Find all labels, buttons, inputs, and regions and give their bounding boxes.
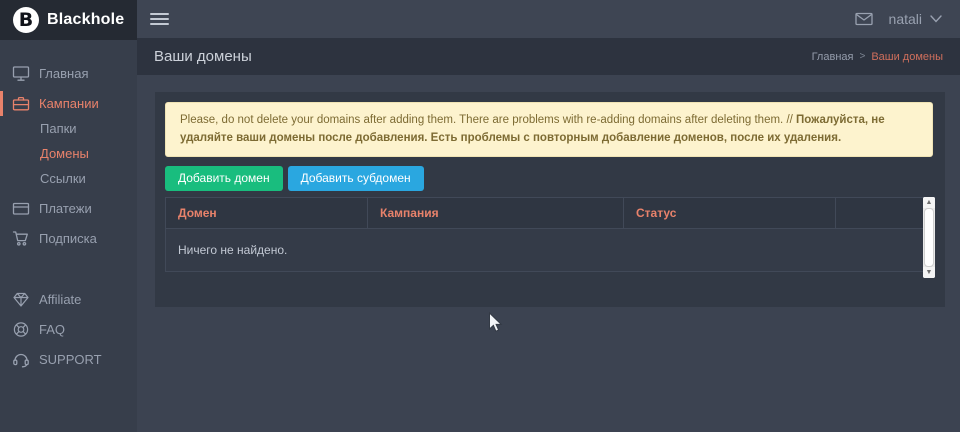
sidebar-item-label: Ссылки [40, 171, 86, 186]
sidebar-item-label: Главная [39, 66, 88, 81]
warning-alert: Please, do not delete your domains after… [165, 102, 933, 157]
breadcrumb: Главная > Ваши домены [812, 51, 943, 63]
user-menu[interactable]: natali [889, 11, 942, 27]
breadcrumb-current[interactable]: Ваши домены [871, 51, 943, 63]
column-header-Домен: Домен [166, 198, 368, 229]
column-header-Статус: Статус [624, 198, 836, 229]
gem-icon [12, 291, 30, 308]
topbar: natali [137, 0, 960, 38]
sidebar-item-label: Подписка [39, 231, 97, 246]
sidebar-item-ssylki[interactable]: Ссылки [0, 166, 137, 191]
column-header-empty [836, 198, 935, 229]
sidebar-item-label: Домены [40, 146, 89, 161]
sidebar-item-affiliate[interactable]: Affiliate [0, 287, 137, 312]
table-empty-row: Ничего не найдено. [166, 229, 935, 272]
sidebar-item-label: Кампании [39, 96, 99, 111]
briefcase-icon [12, 95, 30, 112]
sidebar-item-support[interactable]: SUPPORT [0, 347, 137, 372]
brand-logo-icon: B [13, 7, 39, 33]
sidebar-nav: Главная Кампании Папки Домены Ссылки Платежи П… [0, 40, 137, 432]
sidebar-item-podpiska[interactable]: Подписка [0, 226, 137, 251]
sidebar-item-kampanii[interactable]: Кампании [0, 91, 137, 116]
breadcrumb-separator: > [859, 51, 865, 62]
table-header-row: ДоменКампанияСтатус [166, 198, 935, 229]
scrollbar-up-icon[interactable]: ▲ [923, 197, 935, 208]
warning-text-en: Please, do not delete your domains after… [180, 114, 796, 126]
page-header: Ваши домены Главная > Ваши домены [137, 38, 960, 75]
scrollbar-thumb[interactable] [924, 208, 934, 267]
headset-icon [12, 351, 30, 368]
page-title: Ваши домены [154, 48, 252, 65]
credit-card-icon [12, 200, 30, 217]
brand-name: Blackhole [47, 11, 124, 29]
life-ring-icon [12, 321, 30, 338]
table-empty-message: Ничего не найдено. [166, 229, 935, 272]
actions-row: Добавить домен Добавить субдомен [165, 166, 424, 191]
chevron-down-icon [930, 15, 942, 23]
sidebar-item-platezhi[interactable]: Платежи [0, 196, 137, 221]
sidebar-item-faq[interactable]: FAQ [0, 317, 137, 342]
sidebar-item-domeny[interactable]: Домены [0, 141, 137, 166]
add-subdomain-button[interactable]: Добавить субдомен [288, 166, 424, 191]
cart-icon [12, 230, 30, 247]
user-name: natali [889, 11, 922, 27]
monitor-icon [12, 65, 30, 82]
sidebar-item-label: Affiliate [39, 292, 81, 307]
domains-table: ДоменКампанияСтатус Ничего не найдено. [165, 197, 935, 272]
topbar-right: natali [855, 11, 942, 27]
domains-panel: Please, do not delete your domains after… [155, 92, 945, 307]
table-scrollbar[interactable]: ▲ ▼ [923, 197, 935, 278]
mouse-cursor [488, 312, 503, 338]
sidebar-item-label: FAQ [39, 322, 65, 337]
sidebar-item-label: Папки [40, 121, 77, 136]
breadcrumb-home[interactable]: Главная [812, 51, 854, 63]
sidebar-item-label: Платежи [39, 201, 92, 216]
add-domain-button[interactable]: Добавить домен [165, 166, 283, 191]
column-header-Кампания: Кампания [368, 198, 624, 229]
scrollbar-down-icon[interactable]: ▼ [923, 267, 935, 278]
sidebar-item-papki[interactable]: Папки [0, 116, 137, 141]
hamburger-menu-icon[interactable] [150, 10, 169, 28]
sidebar-item-label: SUPPORT [39, 352, 102, 367]
sidebar-item-glavnaya[interactable]: Главная [0, 61, 137, 86]
brand-logo[interactable]: B Blackhole [0, 0, 137, 40]
mail-icon[interactable] [855, 12, 873, 26]
